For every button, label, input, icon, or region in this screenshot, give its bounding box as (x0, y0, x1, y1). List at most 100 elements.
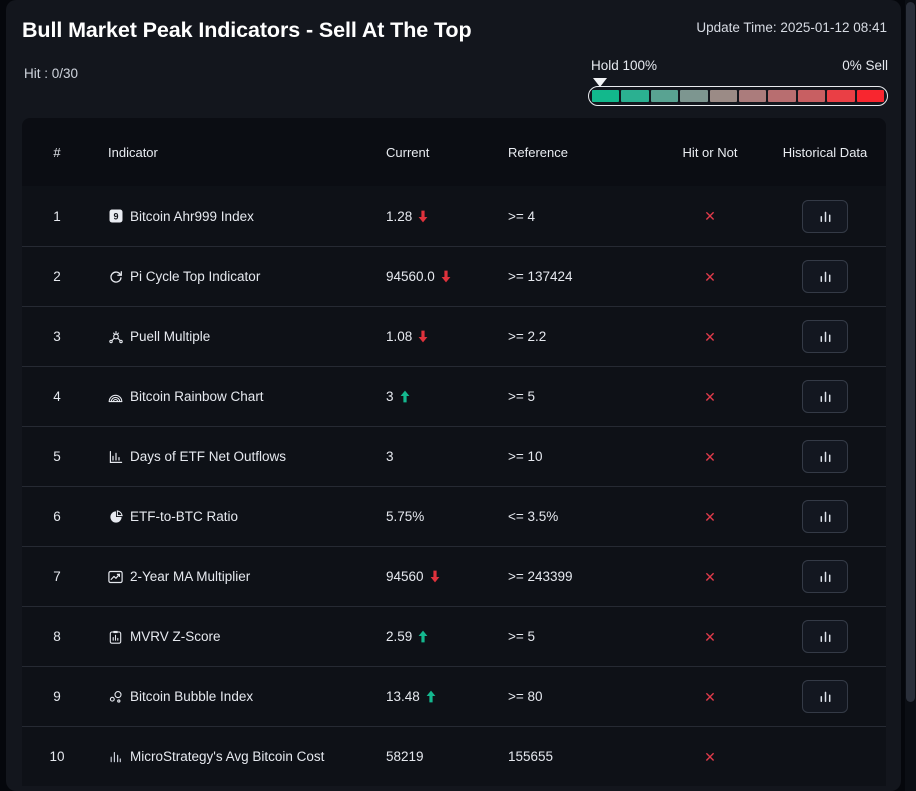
network-nodes-icon (108, 329, 123, 344)
historical-data-cell (764, 680, 886, 713)
current-cell: 13.48 (386, 689, 508, 704)
historical-data-button[interactable] (802, 680, 848, 713)
page-scrollbar-thumb[interactable] (906, 2, 915, 702)
hit-status-cell: ✕ (656, 510, 764, 524)
historical-data-button[interactable] (802, 500, 848, 533)
indicator-cell: Bitcoin Rainbow Chart (88, 389, 386, 404)
row-number: 1 (53, 208, 61, 224)
gauge-segment-10 (856, 90, 885, 102)
historical-data-button[interactable] (802, 560, 848, 593)
close-icon: ✕ (704, 568, 716, 585)
column-header-historical: Historical Data (782, 144, 868, 160)
row-number: 2 (53, 269, 61, 284)
gauge-segment-6 (739, 90, 767, 102)
indicator-label: ETF-to-BTC Ratio (130, 509, 239, 524)
reference-value: >= 4 (508, 208, 536, 224)
current-cell: 58219 (386, 749, 508, 764)
row-number: 9 (53, 689, 61, 704)
historical-data-button[interactable] (802, 620, 848, 653)
rainbow-arc-icon (108, 389, 123, 404)
bar-chart-icon (108, 449, 123, 464)
hit-count-label: Hit : 0/30 (24, 66, 79, 81)
trend-up-icon (418, 630, 428, 643)
reference-value: >= 5 (508, 629, 536, 644)
indicator-cell: 9 Bitcoin Ahr999 Index (88, 209, 386, 224)
close-icon: ✕ (704, 448, 716, 465)
column-header-number: # (53, 144, 61, 160)
reference-value: >= 80 (508, 689, 543, 704)
indicator-cell: Days of ETF Net Outflows (88, 449, 386, 464)
table-row[interactable]: 8 MVRV Z-Score 2.59 >= 5 ✕ (22, 606, 886, 666)
gauge-segment-7 (768, 90, 796, 102)
row-number: 5 (53, 449, 61, 464)
historical-data-cell (764, 500, 886, 533)
close-icon: ✕ (704, 688, 716, 705)
hit-status-cell: ✕ (656, 330, 764, 344)
page-scrollbar[interactable] (905, 0, 916, 791)
table-row[interactable]: 6 ETF-to-BTC Ratio 5.75% <= 3.5% ✕ (22, 486, 886, 546)
table-row[interactable]: 1 9 Bitcoin Ahr999 Index 1.28 >= 4 ✕ (22, 186, 886, 246)
historical-data-cell (764, 320, 886, 353)
current-cell: 5.75% (386, 509, 508, 524)
current-value: 94560.0 (386, 269, 435, 284)
hit-status-cell: ✕ (656, 450, 764, 464)
indicator-label: MicroStrategy's Avg Bitcoin Cost (130, 749, 325, 764)
reference-value: >= 5 (508, 389, 536, 404)
hit-status-cell: ✕ (656, 209, 764, 223)
indicators-table: # Indicator Current Reference Hit or Not… (22, 118, 886, 786)
current-value: 1.28 (386, 208, 413, 224)
current-value: 58219 (386, 749, 424, 764)
reference-value: >= 2.2 (508, 329, 547, 344)
table-row[interactable]: 5 Days of ETF Net Outflows 3 >= 10 ✕ (22, 426, 886, 486)
reference-value: <= 3.5% (508, 509, 559, 524)
gauge-hold-label: Hold 100% (591, 58, 658, 73)
hit-status-cell: ✕ (656, 390, 764, 404)
historical-data-cell (764, 440, 886, 473)
row-number: 6 (53, 509, 61, 524)
trend-down-icon (430, 570, 440, 583)
bubbles-icon (108, 689, 123, 704)
current-value: 94560 (386, 569, 424, 584)
table-row[interactable]: 9 Bitcoin Bubble Index 13.48 >= 80 ✕ (22, 666, 886, 726)
close-icon: ✕ (704, 388, 716, 405)
history-bar-chart-icon (818, 689, 833, 704)
historical-data-button[interactable] (802, 199, 848, 233)
history-bar-chart-icon (818, 569, 833, 584)
current-value: 3 (386, 449, 394, 464)
indicator-cell: MVRV Z-Score (88, 629, 386, 644)
hit-status-cell: ✕ (656, 690, 764, 704)
page-title: Bull Market Peak Indicators - Sell At Th… (22, 18, 472, 42)
close-icon: ✕ (704, 268, 716, 285)
table-row[interactable]: 10 MicroStrategy's Avg Bitcoin Cost 58219 1… (22, 726, 886, 786)
indicator-label: MVRV Z-Score (130, 629, 221, 644)
hit-status-cell: ✕ (656, 630, 764, 644)
table-header-row: # Indicator Current Reference Hit or Not… (22, 118, 886, 186)
table-row[interactable]: 7 2-Year MA Multiplier 94560 >= 243399 ✕ (22, 546, 886, 606)
pie-chart-icon (108, 509, 123, 524)
historical-data-button[interactable] (802, 260, 848, 293)
current-cell: 1.08 (386, 329, 508, 344)
indicators-panel: Bull Market Peak Indicators - Sell At Th… (6, 0, 901, 791)
gauge-segment-1 (592, 90, 620, 102)
indicator-cell: 2-Year MA Multiplier (88, 569, 386, 584)
gauge-segment-3 (650, 90, 679, 102)
column-header-current: Current (386, 144, 430, 160)
historical-data-button[interactable] (802, 380, 848, 413)
indicator-label: 2-Year MA Multiplier (130, 569, 251, 584)
historical-data-cell (764, 380, 886, 413)
table-row[interactable]: 3 Puell Multiple 1.08 >= 2.2 ✕ (22, 306, 886, 366)
reference-value: >= 243399 (508, 569, 573, 584)
row-number: 4 (53, 389, 61, 404)
close-icon: ✕ (704, 208, 716, 224)
historical-data-button[interactable] (802, 440, 848, 473)
table-row[interactable]: 2 Pi Cycle Top Indicator 94560.0 >= 137424 ✕ (22, 246, 886, 306)
history-bar-chart-icon (818, 449, 833, 464)
gauge-segment-2 (621, 90, 649, 102)
historical-data-button[interactable] (802, 320, 848, 353)
line-chart-icon (108, 569, 123, 584)
trend-up-icon (426, 690, 436, 703)
current-cell: 3 (386, 389, 508, 404)
table-row[interactable]: 4 Bitcoin Rainbow Chart 3 >= 5 ✕ (22, 366, 886, 426)
history-bar-chart-icon (818, 389, 833, 404)
reference-value: >= 10 (508, 449, 543, 464)
